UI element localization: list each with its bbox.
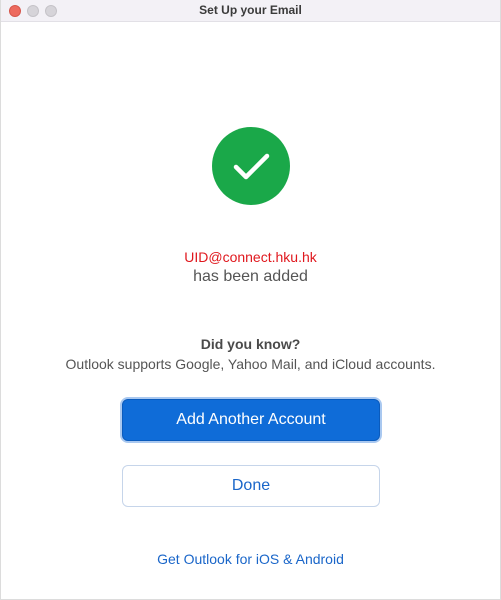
title-bar: Set Up your Email <box>1 0 500 22</box>
checkmark-circle-icon <box>212 127 290 205</box>
added-account-email: UID@connect.hku.hk <box>184 249 317 265</box>
add-another-account-button[interactable]: Add Another Account <box>122 399 380 441</box>
window-title: Set Up your Email <box>199 3 302 17</box>
tip-heading: Did you know? <box>200 336 301 352</box>
done-button[interactable]: Done <box>122 465 380 507</box>
setup-email-window: Set Up your Email UID@connect.hku.hk has… <box>0 0 501 600</box>
added-confirmation-text: has been added <box>193 268 308 285</box>
add-another-account-label: Add Another Account <box>176 411 326 428</box>
tip-text: Outlook supports Google, Yahoo Mail, and… <box>65 356 436 372</box>
get-outlook-mobile-link[interactable]: Get Outlook for iOS & Android <box>1 551 500 567</box>
checkmark-icon <box>233 153 270 180</box>
done-label: Done <box>231 477 271 494</box>
